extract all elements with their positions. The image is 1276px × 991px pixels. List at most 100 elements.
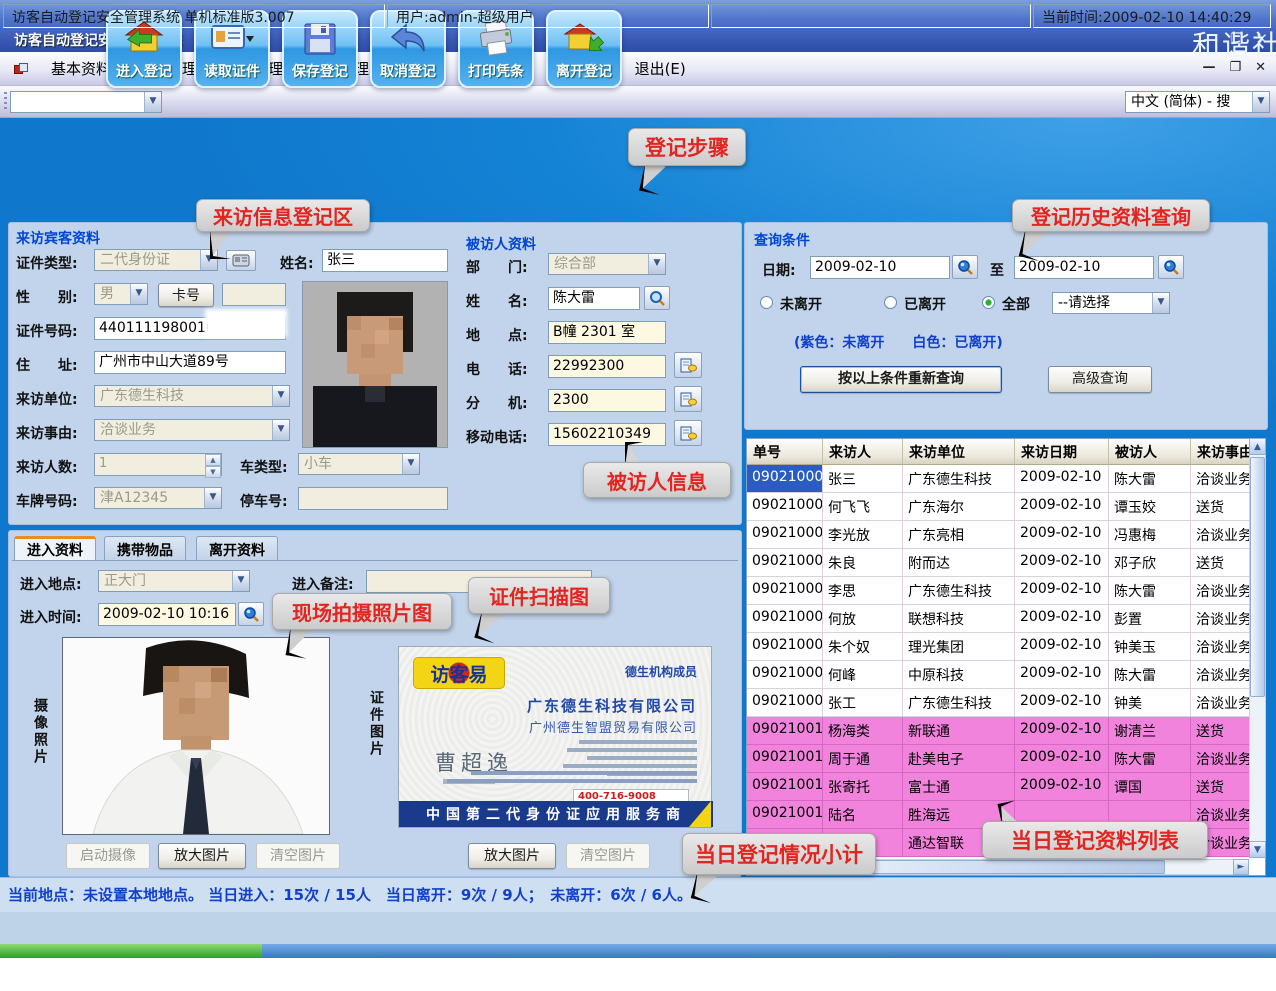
table-cell[interactable]: 谭玉姣 [1109, 493, 1191, 521]
chevron-down-icon[interactable]: ▼ [1152, 293, 1169, 313]
chevron-down-icon[interactable]: ▼ [648, 254, 665, 274]
filter-select[interactable]: --请选择▼ [1052, 292, 1170, 314]
table-row[interactable]: 090210012张寄托富士通2009-02-10谭国送货 [747, 773, 1265, 801]
scroll-down-icon[interactable]: ▼ [1249, 841, 1266, 858]
entry-place-select[interactable]: 正大门▼ [98, 570, 250, 592]
table-row[interactable]: 090210001张三广东德生科技2009-02-10陈大雷洽谈业务 [747, 465, 1265, 493]
chevron-down-icon[interactable]: ▼ [144, 92, 161, 112]
spin-up-icon[interactable]: ▲ [205, 454, 221, 466]
card-number-button[interactable]: 卡号 [158, 283, 214, 307]
table-cell[interactable]: 钟美 [1109, 689, 1191, 717]
table-cell[interactable]: 周于通 [823, 745, 903, 773]
table-cell[interactable]: 谢清兰 [1109, 717, 1191, 745]
table-cell[interactable]: 090210006 [747, 605, 823, 633]
date-from-input[interactable]: 2009-02-10 [810, 256, 950, 279]
car-type-select[interactable]: 小车▼ [298, 453, 420, 475]
table-cell[interactable]: 钟美玉 [1109, 633, 1191, 661]
phone-input[interactable]: 22992300 [548, 355, 666, 378]
visitor-name-input[interactable]: 张三 [322, 249, 448, 272]
requery-button[interactable]: 按以上条件重新查询 [800, 366, 1002, 393]
spin-down-icon[interactable]: ▼ [205, 466, 221, 478]
table-row[interactable]: 090210008何峰中原科技2009-02-10陈大雷洽谈业务 [747, 661, 1265, 689]
table-cell[interactable]: 090210002 [747, 493, 823, 521]
table-cell[interactable]: 何峰 [823, 661, 903, 689]
table-cell[interactable]: 理光集团 [903, 633, 1015, 661]
table-cell[interactable]: 李思 [823, 577, 903, 605]
table-cell[interactable]: 送货 [1191, 773, 1250, 801]
table-cell[interactable]: 陆名 [823, 801, 903, 829]
menu-item-exit[interactable]: 退出(E) [622, 54, 699, 83]
table-cell[interactable]: 090210001 [747, 465, 823, 493]
table-cell[interactable]: 2009-02-10 [1015, 549, 1109, 577]
col-header-reason[interactable]: 来访事由 [1191, 439, 1250, 465]
visited-name-search-button[interactable] [644, 286, 670, 310]
col-header-visitor[interactable]: 来访人 [823, 439, 903, 465]
table-cell[interactable]: 陈大雷 [1109, 745, 1191, 773]
table-cell[interactable]: 2009-02-10 [1015, 745, 1109, 773]
plate-select[interactable]: 津A12345▼ [94, 487, 222, 509]
phone-notify-button[interactable] [674, 352, 702, 378]
address-input[interactable]: 广州市中山大道89号 [94, 351, 286, 374]
table-cell[interactable]: 2009-02-10 [1015, 577, 1109, 605]
chevron-down-icon[interactable]: ▼ [232, 571, 249, 591]
table-cell[interactable]: 广东德生科技 [903, 577, 1015, 605]
chevron-down-icon[interactable]: ▼ [402, 454, 419, 474]
table-cell[interactable]: 洽谈业务 [1191, 745, 1250, 773]
table-cell[interactable]: 彭置 [1109, 605, 1191, 633]
chevron-down-icon[interactable]: ▼ [130, 284, 147, 304]
zoom-photo-button[interactable]: 放大图片 [158, 843, 246, 869]
entry-time-input[interactable]: 2009-02-10 10:16 [98, 603, 236, 626]
table-cell[interactable]: 谭国 [1109, 773, 1191, 801]
table-cell[interactable]: 陈大雷 [1109, 465, 1191, 493]
table-cell[interactable]: 090210012 [747, 773, 823, 801]
table-cell[interactable]: 090210010 [747, 717, 823, 745]
table-cell[interactable]: 2009-02-10 [1015, 521, 1109, 549]
table-cell[interactable]: 联想科技 [903, 605, 1015, 633]
id-type-select[interactable]: 二代身份证▼ [94, 249, 218, 271]
toolbar-grip[interactable] [4, 92, 7, 112]
parking-input[interactable] [298, 487, 448, 510]
table-cell[interactable]: 富士通 [903, 773, 1015, 801]
table-cell[interactable]: 广东亮相 [903, 521, 1015, 549]
mobile-notify-button[interactable] [674, 420, 702, 446]
gender-select[interactable]: 男▼ [94, 283, 148, 305]
table-cell[interactable]: 090210007 [747, 633, 823, 661]
col-header-date[interactable]: 来访日期 [1015, 439, 1109, 465]
table-cell[interactable]: 何放 [823, 605, 903, 633]
table-cell[interactable]: 2009-02-10 [1015, 717, 1109, 745]
table-row[interactable]: 090210010杨海类新联通2009-02-10谢清兰送货 [747, 717, 1265, 745]
radio-all[interactable] [982, 296, 995, 309]
table-cell[interactable]: 冯惠梅 [1109, 521, 1191, 549]
table-cell[interactable]: 洽谈业务 [1191, 605, 1250, 633]
table-cell[interactable]: 洽谈业务 [1191, 661, 1250, 689]
table-cell[interactable]: 杨海类 [823, 717, 903, 745]
table-cell[interactable]: 广东德生科技 [903, 689, 1015, 717]
table-cell[interactable]: 张工 [823, 689, 903, 717]
table-cell[interactable]: 洽谈业务 [1191, 689, 1250, 717]
col-header-visited[interactable]: 被访人 [1109, 439, 1191, 465]
table-cell[interactable]: 朱个奴 [823, 633, 903, 661]
date-to-picker-button[interactable] [1158, 255, 1184, 279]
table-cell[interactable]: 送货 [1191, 549, 1250, 577]
table-cell[interactable]: 新联通 [903, 717, 1015, 745]
table-cell[interactable]: 090210013 [747, 801, 823, 829]
chevron-down-icon[interactable]: ▼ [272, 386, 289, 406]
date-from-picker-button[interactable] [952, 255, 978, 279]
scroll-up-icon[interactable]: ▲ [1249, 438, 1266, 455]
table-cell[interactable]: 送货 [1191, 717, 1250, 745]
table-cell[interactable]: 2009-02-10 [1015, 773, 1109, 801]
table-cell[interactable]: 邓子欣 [1109, 549, 1191, 577]
visited-name-input[interactable]: 陈大雷 [548, 287, 640, 310]
table-cell[interactable]: 洽谈业务 [1191, 521, 1250, 549]
table-cell[interactable]: 洽谈业务 [1191, 577, 1250, 605]
table-row[interactable]: 090210007朱个奴理光集团2009-02-10钟美玉洽谈业务 [747, 633, 1265, 661]
table-cell[interactable]: 中原科技 [903, 661, 1015, 689]
visit-reason-select[interactable]: 洽谈业务▼ [94, 419, 290, 441]
start-camera-button[interactable]: 启动摄像 [66, 843, 150, 869]
visit-company-select[interactable]: 广东德生科技▼ [94, 385, 290, 407]
table-cell[interactable]: 2009-02-10 [1015, 605, 1109, 633]
table-cell[interactable]: 朱良 [823, 549, 903, 577]
table-cell[interactable]: 2009-02-10 [1015, 493, 1109, 521]
entry-time-picker-button[interactable] [238, 602, 264, 626]
place-input[interactable]: B幢 2301 室 [548, 321, 666, 344]
